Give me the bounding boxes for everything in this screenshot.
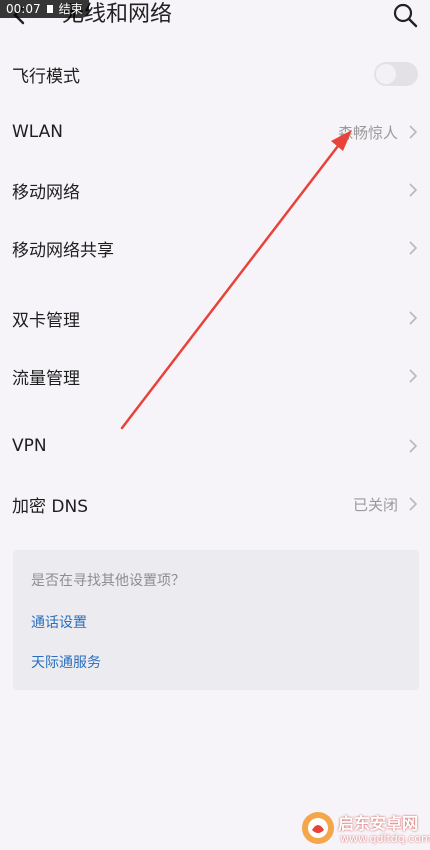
section-divider: [0, 277, 430, 289]
vpn-label: VPN: [12, 436, 47, 456]
search-icon[interactable]: [392, 2, 418, 28]
hotspot-label: 移动网络共享: [12, 240, 114, 261]
vpn-row[interactable]: VPN: [0, 417, 430, 475]
settings-list: 飞行模式 WLAN 森畅惊人 移动网络 移动网络共享 双卡管理 流量管理 VPN…: [0, 45, 430, 533]
chevron-right-icon: [409, 183, 418, 197]
watermark-url: www.qdltdq.com: [340, 832, 430, 845]
wlan-row[interactable]: WLAN 森畅惊人: [0, 103, 430, 161]
header: 无线和网络 00:07 结束: [0, 0, 430, 36]
stop-icon: [46, 5, 53, 13]
watermark-name: 启东安卓网: [338, 814, 419, 833]
recording-time: 00:07: [6, 2, 41, 16]
chevron-right-icon: [409, 241, 418, 255]
recording-end-label: 结束: [58, 2, 83, 16]
airplane-mode-row[interactable]: 飞行模式: [0, 45, 430, 103]
wlan-network-name: 森畅惊人: [337, 123, 398, 142]
section-divider: [0, 405, 430, 417]
private-dns-status: 已关闭: [352, 495, 398, 514]
call-settings-link[interactable]: 通话设置: [31, 612, 87, 632]
airplane-mode-label: 飞行模式: [12, 66, 80, 87]
suggestions-title: 是否在寻找其他设置项？: [31, 573, 185, 589]
chevron-right-icon: [409, 311, 418, 325]
data-usage-label: 流量管理: [12, 368, 80, 389]
private-dns-row[interactable]: 加密 DNS 已关闭: [0, 475, 430, 533]
chevron-right-icon: [409, 369, 418, 383]
wlan-label: WLAN: [12, 122, 64, 142]
data-usage-row[interactable]: 流量管理: [0, 347, 430, 405]
dual-sim-row[interactable]: 双卡管理: [0, 289, 430, 347]
hotspot-row[interactable]: 移动网络共享: [0, 219, 430, 277]
private-dns-label: 加密 DNS: [12, 496, 89, 517]
airplane-mode-toggle[interactable]: [374, 62, 418, 86]
dual-sim-label: 双卡管理: [12, 310, 80, 331]
skyroam-service-link[interactable]: 天际通服务: [31, 652, 101, 672]
chevron-right-icon: [409, 439, 418, 453]
chevron-right-icon: [409, 125, 418, 139]
chevron-right-icon: [409, 497, 418, 511]
recording-badge[interactable]: 00:07 结束: [0, 0, 89, 18]
suggestions-card: 是否在寻找其他设置项？ 通话设置 天际通服务: [13, 550, 419, 690]
watermark-logo-icon: [302, 812, 334, 844]
mobile-network-label: 移动网络: [12, 182, 80, 203]
watermark: 启东安卓网 www.qdltdq.com: [300, 808, 430, 850]
mobile-network-row[interactable]: 移动网络: [0, 161, 430, 219]
